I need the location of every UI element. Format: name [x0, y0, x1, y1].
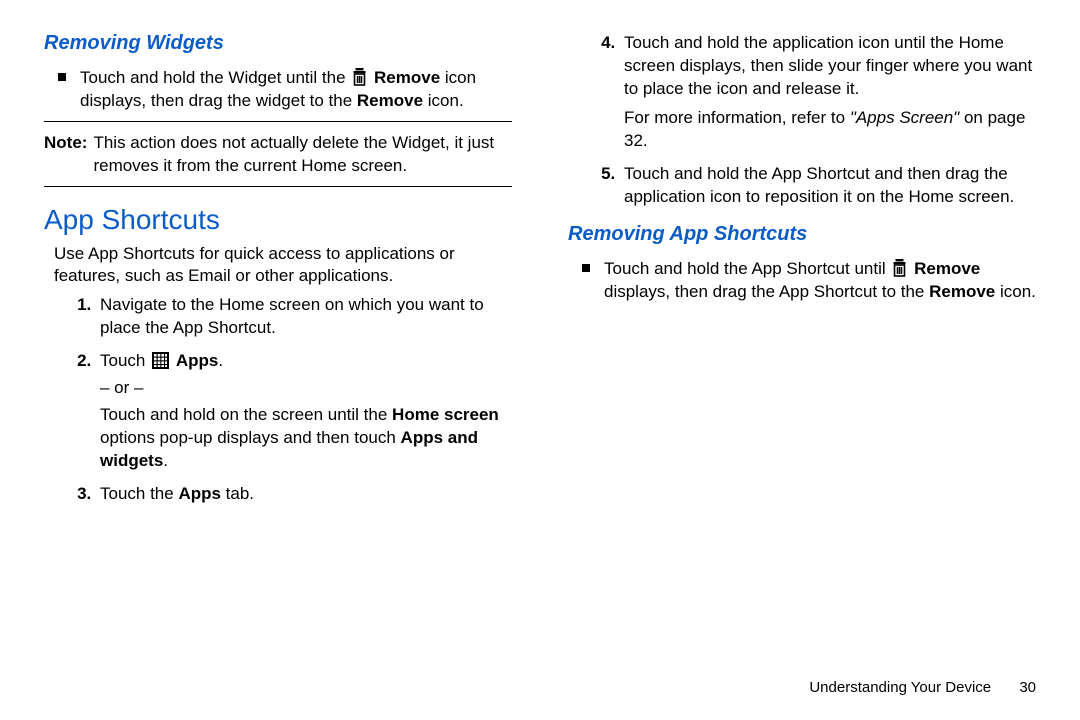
text: .	[218, 351, 223, 370]
text: Touch and hold the App Shortcut and then…	[624, 164, 1014, 206]
step-3: Touch the Apps tab.	[96, 483, 512, 506]
text: Touch and hold on the screen until the	[100, 405, 392, 424]
square-bullet-icon	[58, 73, 66, 81]
text-bold: Remove	[374, 68, 440, 87]
note-body: This action does not actually delete the…	[93, 132, 512, 178]
text-bold: Remove	[914, 259, 980, 278]
steps-list-right: Touch and hold the application icon unti…	[568, 32, 1036, 209]
text: icon.	[1000, 282, 1036, 301]
step-1: Navigate to the Home screen on which you…	[96, 294, 512, 340]
text-bold: Home screen	[392, 405, 499, 424]
page-footer: Understanding Your Device 30	[809, 678, 1036, 698]
heading-removing-widgets: Removing Widgets	[44, 30, 512, 57]
text: Touch and hold the application icon unti…	[624, 33, 1032, 98]
steps-list-left: Navigate to the Home screen on which you…	[44, 294, 512, 506]
text: Touch and hold the Widget until the	[80, 68, 350, 87]
step-4: Touch and hold the application icon unti…	[620, 32, 1036, 153]
right-column: Touch and hold the application icon unti…	[568, 30, 1036, 516]
footer-chapter: Understanding Your Device	[809, 679, 991, 696]
bullet-remove-widget: Touch and hold the Widget until the Remo…	[44, 67, 512, 113]
trash-icon	[892, 259, 907, 277]
or-separator: – or –	[100, 377, 512, 400]
heading-app-shortcuts: App Shortcuts	[44, 201, 512, 239]
text-italic: "Apps Screen"	[850, 108, 959, 127]
bullet-remove-app-shortcut: Touch and hold the App Shortcut until Re…	[568, 258, 1036, 304]
footer-page-number: 30	[1019, 679, 1036, 696]
divider	[44, 186, 512, 187]
step-2: Touch Apps. – or – Touch and hold on	[96, 350, 512, 473]
text: Touch and hold the App Shortcut until	[604, 259, 890, 278]
text: For more information, refer to	[624, 108, 850, 127]
apps-grid-icon	[152, 352, 169, 369]
trash-icon	[352, 68, 367, 86]
note-block: Note: This action does not actually dele…	[44, 132, 512, 178]
text: Touch	[100, 351, 150, 370]
square-bullet-icon	[582, 264, 590, 272]
text: Touch the	[100, 484, 178, 503]
text: icon.	[428, 91, 464, 110]
step-4-more: For more information, refer to "Apps Scr…	[624, 107, 1036, 153]
bullet-remove-app-shortcut-text: Touch and hold the App Shortcut until Re…	[604, 258, 1036, 304]
text-bold: Apps	[176, 351, 219, 370]
intro-text: Use App Shortcuts for quick access to ap…	[44, 243, 512, 289]
bullet-remove-widget-text: Touch and hold the Widget until the Remo…	[80, 67, 512, 113]
text-bold: Remove	[929, 282, 995, 301]
text: displays, then drag the App Shortcut to …	[604, 282, 929, 301]
text: .	[163, 451, 168, 470]
text: options pop-up displays and then touch	[100, 428, 401, 447]
step-5: Touch and hold the App Shortcut and then…	[620, 163, 1036, 209]
left-column: Removing Widgets Touch and hold the Widg…	[44, 30, 512, 516]
text-bold: Remove	[357, 91, 423, 110]
text-bold: Apps	[178, 484, 221, 503]
divider	[44, 121, 512, 122]
note-label: Note:	[44, 132, 87, 178]
text: tab.	[221, 484, 254, 503]
heading-removing-app-shortcuts: Removing App Shortcuts	[568, 221, 1036, 248]
text: Navigate to the Home screen on which you…	[100, 295, 484, 337]
